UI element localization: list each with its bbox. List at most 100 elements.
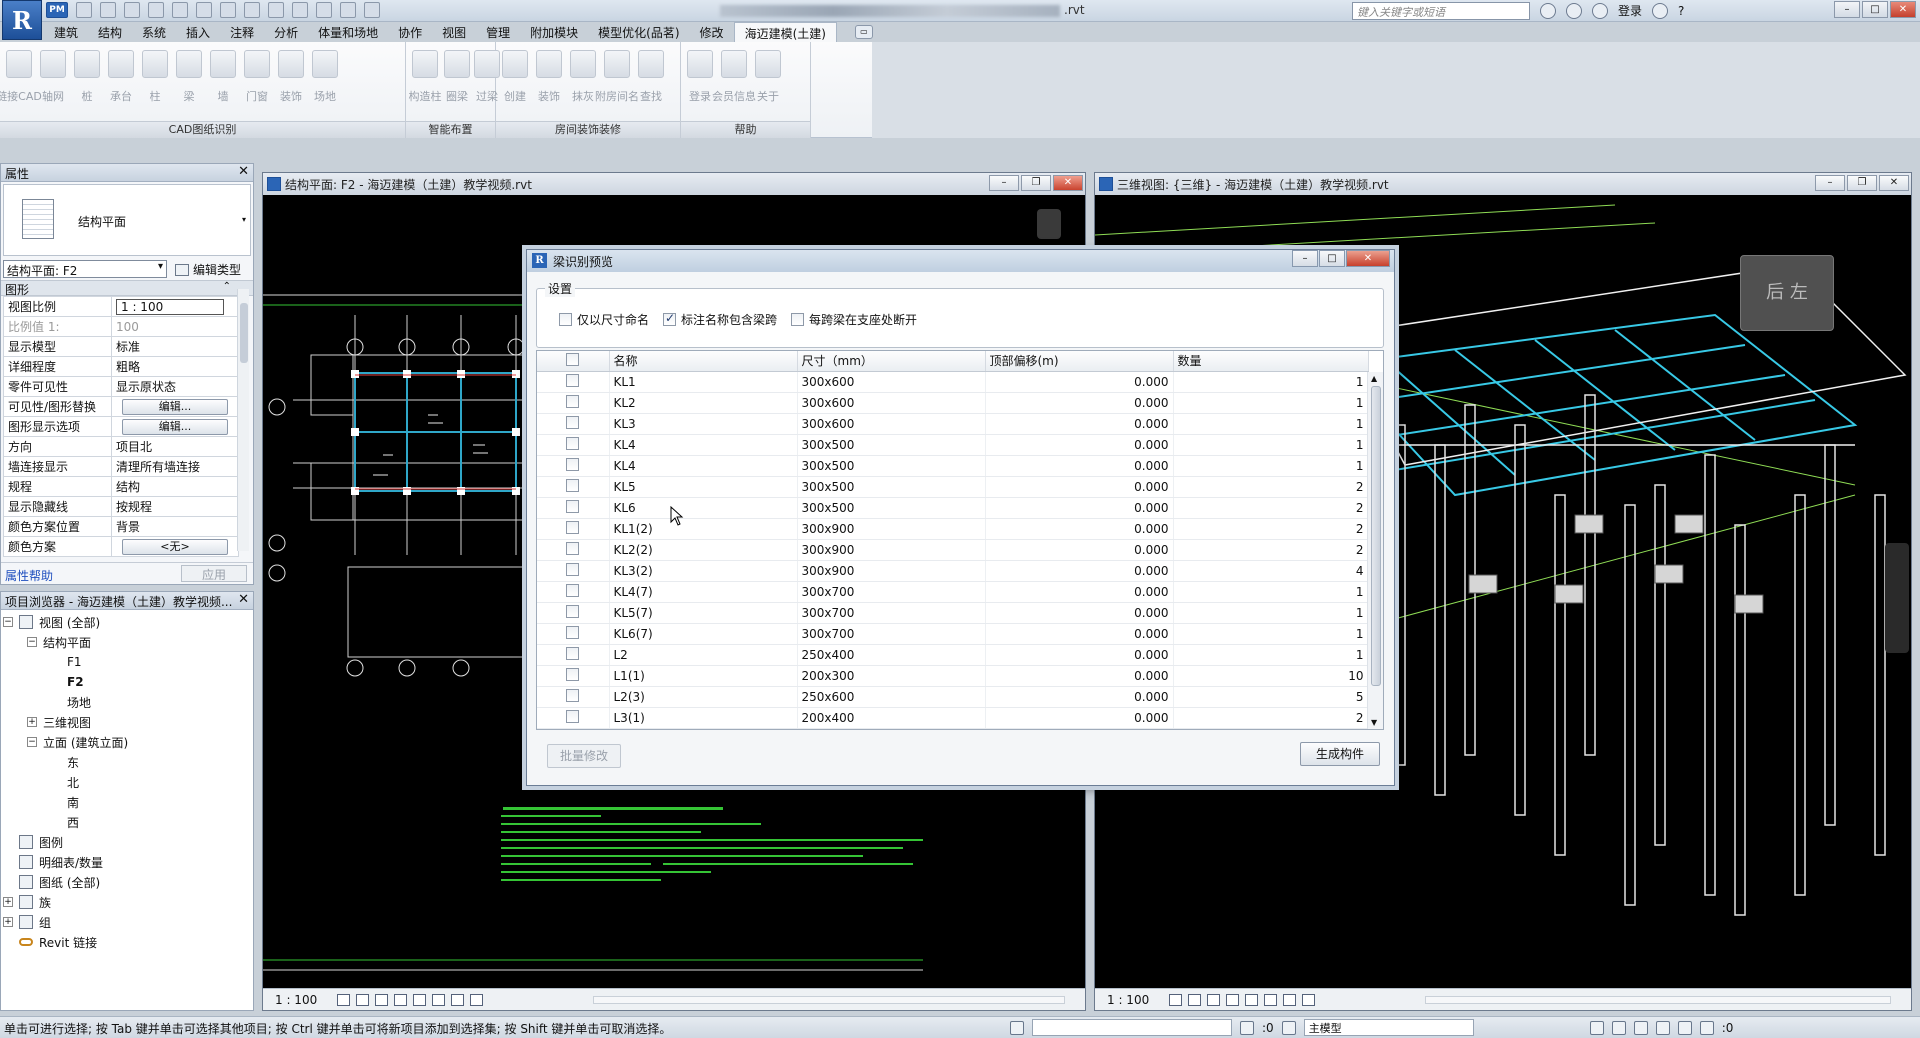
checkbox[interactable] [566, 457, 580, 471]
select-pinned-icon[interactable] [1633, 1020, 1648, 1035]
tab-9[interactable]: 管理 [476, 22, 520, 42]
render-icon[interactable] [1245, 993, 1259, 1006]
checkbox[interactable] [566, 436, 580, 450]
tree-node[interactable]: 北 [3, 772, 253, 792]
close-button[interactable]: ✕ [1346, 250, 1390, 267]
batch-edit-button[interactable]: 批量修改 [547, 744, 621, 768]
dimension-icon[interactable] [220, 2, 236, 18]
pm-icon[interactable]: PM [46, 2, 68, 18]
option-checkbox[interactable]: 每跨梁在支座处断开 [791, 311, 917, 328]
exchange-icon[interactable] [1652, 2, 1669, 19]
temporary-hide-icon[interactable] [1283, 993, 1297, 1006]
checkbox[interactable] [566, 373, 580, 387]
table-row[interactable]: KL4 300x500 0.000 1 [537, 455, 1369, 477]
tree-node[interactable]: Revit 链接 [3, 932, 253, 952]
ribbon-tool[interactable]: 墙 [208, 46, 238, 104]
checkbox[interactable] [663, 311, 677, 326]
row-checkbox[interactable] [537, 707, 610, 729]
checkbox[interactable] [566, 541, 580, 555]
restore-button[interactable]: ❐ [1021, 175, 1051, 191]
checkbox[interactable] [566, 415, 580, 429]
row-checkbox[interactable] [537, 686, 610, 708]
collapse-icon[interactable]: − [27, 737, 37, 747]
row-checkbox[interactable] [537, 602, 610, 624]
row-checkbox[interactable] [537, 413, 610, 435]
properties-help-link[interactable]: 属性帮助 [5, 567, 53, 584]
table-row[interactable]: KL6 300x500 0.000 2 [537, 497, 1369, 519]
expand-icon[interactable]: + [3, 897, 13, 907]
ribbon-tool[interactable]: 附房间名 [595, 46, 639, 104]
row-checkbox[interactable] [537, 623, 610, 645]
table-row[interactable]: KL3(2) 300x900 0.000 4 [537, 560, 1369, 582]
row-checkbox[interactable] [537, 371, 610, 393]
tab-6[interactable]: 体量和场地 [308, 22, 388, 42]
option-checkbox[interactable]: 标注名称包含梁跨 [663, 311, 777, 328]
crop-view-icon[interactable] [1264, 993, 1278, 1006]
ribbon-tool[interactable]: 抹灰 [568, 46, 598, 104]
graphics-group-header[interactable]: ⌃ 图形 [1, 280, 253, 297]
ribbon-tool[interactable]: 圈梁 [444, 46, 470, 104]
tab-3[interactable]: 插入 [176, 22, 220, 42]
horizontal-scrollbar[interactable] [593, 996, 1065, 1004]
expand-icon[interactable]: + [27, 717, 37, 727]
tree-node[interactable]: + 三维视图 [3, 712, 253, 732]
switch-windows-icon[interactable] [364, 2, 380, 18]
property-value[interactable]: <无> [111, 536, 239, 557]
thin-lines-icon[interactable] [316, 2, 332, 18]
ribbon-tool[interactable]: 装饰 [276, 46, 306, 104]
text-icon[interactable] [244, 2, 260, 18]
tab-1[interactable]: 结构 [88, 22, 132, 42]
reveal-hidden-icon[interactable] [470, 993, 484, 1006]
property-value[interactable]: 编辑... [111, 416, 239, 437]
tree-node[interactable]: + 组 [3, 912, 253, 932]
type-selector[interactable]: 结构平面 ▾ [3, 184, 251, 256]
horizontal-scrollbar[interactable] [1425, 996, 1891, 1004]
detail-level-icon[interactable] [337, 993, 351, 1006]
editable-only-icon[interactable] [1240, 1020, 1254, 1035]
property-value[interactable]: 显示原状态 [111, 376, 239, 397]
collapse-icon[interactable]: − [3, 617, 13, 627]
ribbon-tool[interactable]: 轴网 [38, 46, 68, 104]
tree-node[interactable]: 图纸 (全部) [3, 872, 253, 892]
property-value[interactable]: 背景 [111, 516, 239, 537]
table-row[interactable]: KL6(7) 300x700 0.000 1 [537, 623, 1369, 645]
tree-node[interactable]: 场地 [3, 692, 253, 712]
property-value[interactable]: 编辑... [111, 396, 239, 417]
show-crop-icon[interactable] [432, 993, 446, 1006]
ribbon-tool[interactable]: 场地 [310, 46, 340, 104]
tab-4[interactable]: 注释 [220, 22, 264, 42]
table-row[interactable]: L3(1) 200x400 0.000 2 [537, 707, 1369, 729]
tree-node[interactable]: F2 [3, 672, 253, 692]
scroll-down-icon[interactable]: ▼ [1371, 718, 1377, 727]
login-button[interactable]: 登录 [1618, 2, 1642, 19]
minimize-button[interactable]: – [1834, 1, 1860, 18]
tab-11[interactable]: 模型优化(品茗) [588, 22, 689, 42]
ribbon-tool[interactable]: 登录 [685, 46, 715, 104]
table-row[interactable]: L2(3) 250x600 0.000 5 [537, 686, 1369, 708]
tab-7[interactable]: 协作 [388, 22, 432, 42]
checkbox[interactable] [566, 394, 580, 408]
ribbon-tool[interactable]: 装饰 [534, 46, 564, 104]
tree-node[interactable]: 图例 [3, 832, 253, 852]
edit-button[interactable]: 编辑... [122, 398, 228, 415]
visual-style-icon[interactable] [1188, 993, 1202, 1006]
property-value[interactable]: 标准 [111, 336, 239, 357]
scroll-up-icon[interactable]: ▲ [1371, 374, 1377, 383]
ribbon-tool[interactable]: 桩 [72, 46, 102, 104]
row-checkbox[interactable] [537, 476, 610, 498]
property-value[interactable]: 1 : 100 [111, 296, 239, 317]
checkbox[interactable] [566, 604, 580, 618]
close-button[interactable]: ✕ [1053, 175, 1083, 191]
table-row[interactable]: KL4(7) 300x700 0.000 1 [537, 581, 1369, 603]
generate-components-button[interactable]: 生成构件 [1300, 742, 1380, 766]
table-row[interactable]: KL1(2) 300x900 0.000 2 [537, 518, 1369, 540]
checkbox[interactable] [566, 646, 580, 660]
select-links-icon[interactable] [1589, 1020, 1604, 1035]
close-button[interactable]: ✕ [1879, 175, 1909, 191]
tab-10[interactable]: 附加模块 [520, 22, 588, 42]
shadows-icon[interactable] [394, 993, 408, 1006]
tree-node[interactable]: − 视图 (全部) [3, 612, 253, 632]
tab-13[interactable]: 海迈建模(土建) [733, 22, 837, 42]
row-checkbox[interactable] [537, 518, 610, 540]
select-all-checkbox[interactable] [537, 351, 610, 372]
